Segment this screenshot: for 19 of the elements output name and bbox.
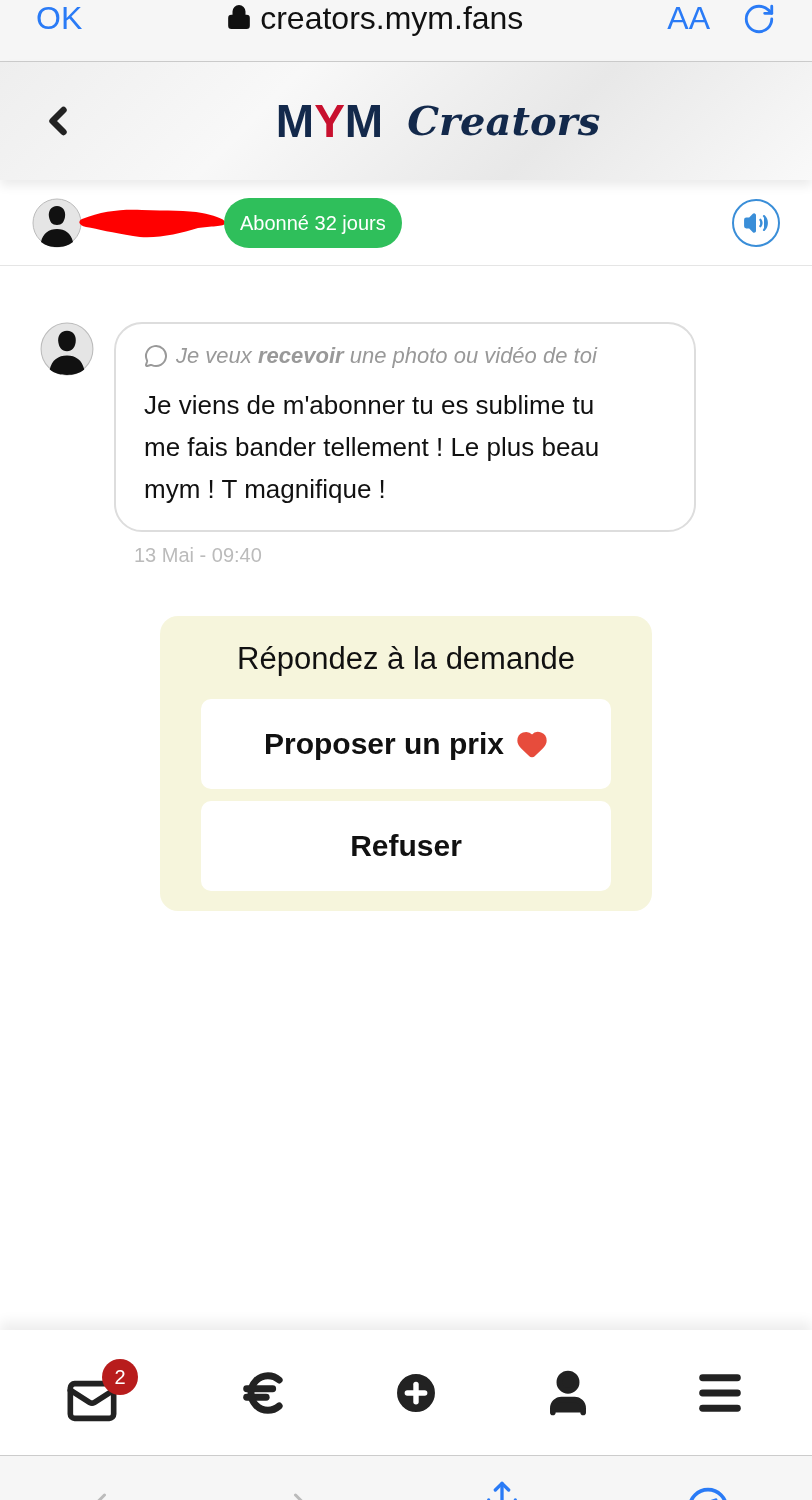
text-size-button[interactable]: AA [667,2,710,34]
lock-icon [226,4,253,30]
url-text[interactable]: creators.mym.fans [260,2,524,34]
subscription-badge: Abonné 32 jours [224,197,402,248]
reload-icon[interactable] [742,2,776,36]
avatar-icon [32,197,82,248]
response-title: Répondez à la demande [237,640,575,678]
notification-badge: 2 [102,1358,138,1395]
logo-text: Creators [407,101,601,141]
avatar-icon [40,322,94,376]
done-button[interactable]: OK [36,2,83,34]
response-button[interactable]: Refuser [201,800,611,891]
message-time: 13 Mai - 09:40 [134,543,263,568]
speech-icon [144,344,168,368]
sound-button[interactable] [732,198,780,247]
logo-mark: MYM [275,98,384,144]
message-text: Je viens de m'abonner tu es sublime tu me fais bander tellement ! Le plus beau mym ! T magnifique ! [144,389,601,506]
response-button[interactable]: Proposer un prix [201,698,611,789]
request-text: Je veux recevoir une photo ou vidéo de toi [176,342,597,370]
